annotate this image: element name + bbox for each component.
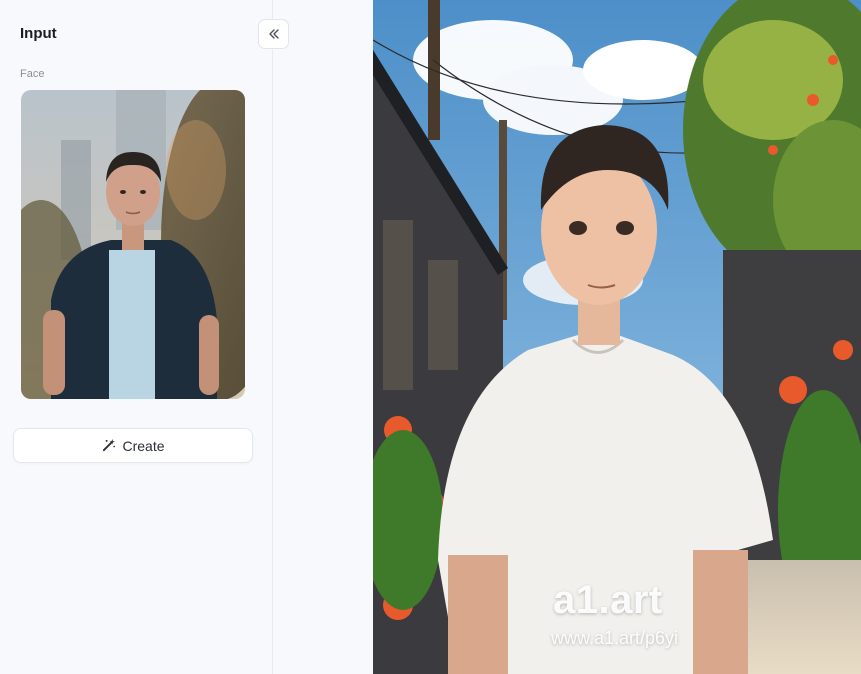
- app-root: Input Face Create a1.art www.a1.art/p6yi: [0, 0, 861, 674]
- face-section-label: Face: [20, 68, 45, 80]
- input-sidebar: Input Face Create: [0, 0, 272, 674]
- panel-divider: [272, 0, 373, 674]
- watermark-brand: a1.art: [553, 578, 663, 622]
- generated-image[interactable]: a1.art www.a1.art/p6yi: [373, 0, 861, 674]
- sidebar-title: Input: [20, 25, 57, 42]
- anime-portrait: [373, 0, 861, 674]
- create-button[interactable]: Create: [13, 428, 253, 463]
- collapse-sidebar-button[interactable]: [258, 19, 289, 49]
- create-button-label: Create: [122, 437, 165, 454]
- face-image[interactable]: [21, 90, 245, 399]
- face-photo: [21, 90, 245, 399]
- double-chevron-left-icon: [268, 29, 279, 39]
- magic-wand-icon: [103, 438, 116, 452]
- watermark-url: www.a1.art/p6yi: [551, 628, 679, 648]
